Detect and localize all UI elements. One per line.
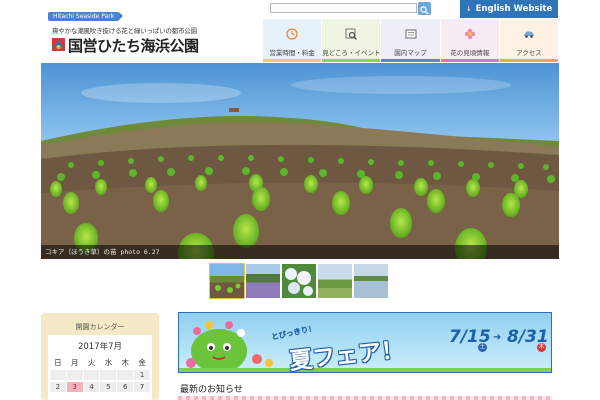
- calendar-day[interactable]: 6: [117, 382, 134, 392]
- nav-item-label: 営業時間・料金: [269, 49, 315, 57]
- site-logo[interactable]: Hitachi Seaside Park 爽やかな潮風吹き抜ける花と緑いっぱいの…: [48, 12, 228, 58]
- hero-slideshow-image[interactable]: コキア（ほうき草）の苗 photo 6.27: [41, 63, 559, 259]
- arrow-right-icon: ➜: [493, 332, 502, 343]
- thumbnail-image: [285, 268, 313, 296]
- logo-tag: Hitachi Seaside Park: [48, 12, 124, 21]
- nav-item-hours[interactable]: 営業時間・料金: [263, 19, 322, 62]
- calendar-day[interactable]: 4: [83, 382, 100, 392]
- thumbnail-image: [215, 283, 241, 293]
- calendar-day: [100, 370, 117, 380]
- summer-fair-banner[interactable]: とびっきり！ 夏フェア！ 7/15 土 ➜ 8/31 木: [178, 312, 552, 373]
- page: Hitachi Seaside Park 爽やかな潮風吹き抜ける花と緑いっぱいの…: [0, 0, 600, 400]
- map-icon: [405, 29, 416, 39]
- nav-item-access[interactable]: アクセス: [499, 19, 559, 62]
- calendar-day-header: 金: [138, 358, 146, 367]
- nav-item-map[interactable]: 園内マップ: [381, 19, 440, 62]
- calendar-day: [117, 370, 134, 380]
- search-input[interactable]: [270, 3, 417, 13]
- car-icon: [523, 31, 534, 38]
- calendar-day-header: 火: [87, 358, 96, 367]
- calendar-grid: 日 月 火 水 木 金 1 2 3 4 5 6 7: [50, 357, 150, 392]
- calendar-day-closed[interactable]: 3: [66, 382, 83, 392]
- calendar-heading: 開園カレンダー: [75, 323, 125, 331]
- nav-item-flowers[interactable]: 花の見頃情報: [440, 19, 499, 62]
- arrow-down-icon: ↓: [465, 5, 472, 13]
- thumbnail-hydrangea[interactable]: [282, 264, 316, 298]
- nav-color-bar: [381, 59, 440, 62]
- nav-color-bar: [263, 59, 322, 62]
- nav-item-label: アクセス: [516, 49, 542, 57]
- search-icon: [420, 6, 429, 15]
- calendar-day[interactable]: 7: [134, 382, 150, 392]
- english-website-label: English Website: [475, 4, 553, 14]
- park-emblem-icon: [52, 38, 65, 51]
- calendar-day[interactable]: 1: [134, 370, 150, 380]
- banner-start-weekday: 土: [478, 343, 487, 352]
- flower-icon: [464, 28, 475, 40]
- nav-color-bar: [322, 59, 381, 62]
- clock-icon: [286, 28, 298, 40]
- logo-tagline: 爽やかな潮風吹き抜ける花と緑いっぱいの都市公園: [52, 27, 197, 35]
- nav-item-label: 見どころ・イベント: [322, 49, 381, 57]
- opening-calendar: 開園カレンダー 2017年7月 日 月 火 水 木 金 1 2 3 4 5 6: [41, 313, 159, 400]
- calendar-body: 2017年7月 日 月 火 水 木 金 1 2 3 4 5 6 7: [48, 335, 152, 400]
- logo-name: 国営ひたち海浜公園: [68, 37, 199, 55]
- calendar-day-header: 木: [121, 358, 129, 367]
- english-website-button[interactable]: ↓ English Website: [460, 0, 558, 18]
- thumbnail-lavender[interactable]: [246, 264, 280, 298]
- calendar-day[interactable]: 2: [50, 382, 66, 392]
- news-section-title: 最新のお知らせ: [180, 385, 243, 395]
- calendar-day: [66, 370, 83, 380]
- nav-color-bar: [440, 59, 499, 62]
- thumbnail-kochia[interactable]: [209, 263, 245, 299]
- calendar-day-header: 水: [104, 358, 113, 367]
- calendar-month-title: 2017年7月: [77, 342, 123, 352]
- search-button[interactable]: [418, 2, 431, 15]
- banner-end-weekday: 木: [537, 343, 546, 352]
- calendar-day-header: 日: [54, 358, 62, 367]
- nav-color-bar: [499, 59, 559, 62]
- decorative-divider: [178, 396, 552, 400]
- nav-item-label: 園内マップ: [394, 49, 427, 57]
- slideshow-thumbnails: [209, 263, 388, 299]
- nav-item-events[interactable]: 見どころ・イベント: [322, 19, 381, 62]
- calendar-day: [50, 370, 66, 380]
- calendar-day[interactable]: 5: [100, 382, 117, 392]
- nav-item-label: 花の見頃情報: [450, 49, 490, 57]
- thumbnail-lake[interactable]: [354, 264, 388, 298]
- hero-caption: コキア（ほうき草）の苗 photo 6.27: [41, 245, 559, 259]
- kochia-field-photo: [41, 76, 559, 259]
- magnifier-icon: [345, 28, 358, 40]
- main-nav: 営業時間・料金 見どころ・イベント 園内マップ 花の見頃情報 アクセス: [263, 19, 559, 62]
- thumbnail-field[interactable]: [318, 264, 352, 298]
- calendar-day: [83, 370, 100, 380]
- calendar-day-header: 月: [70, 358, 79, 367]
